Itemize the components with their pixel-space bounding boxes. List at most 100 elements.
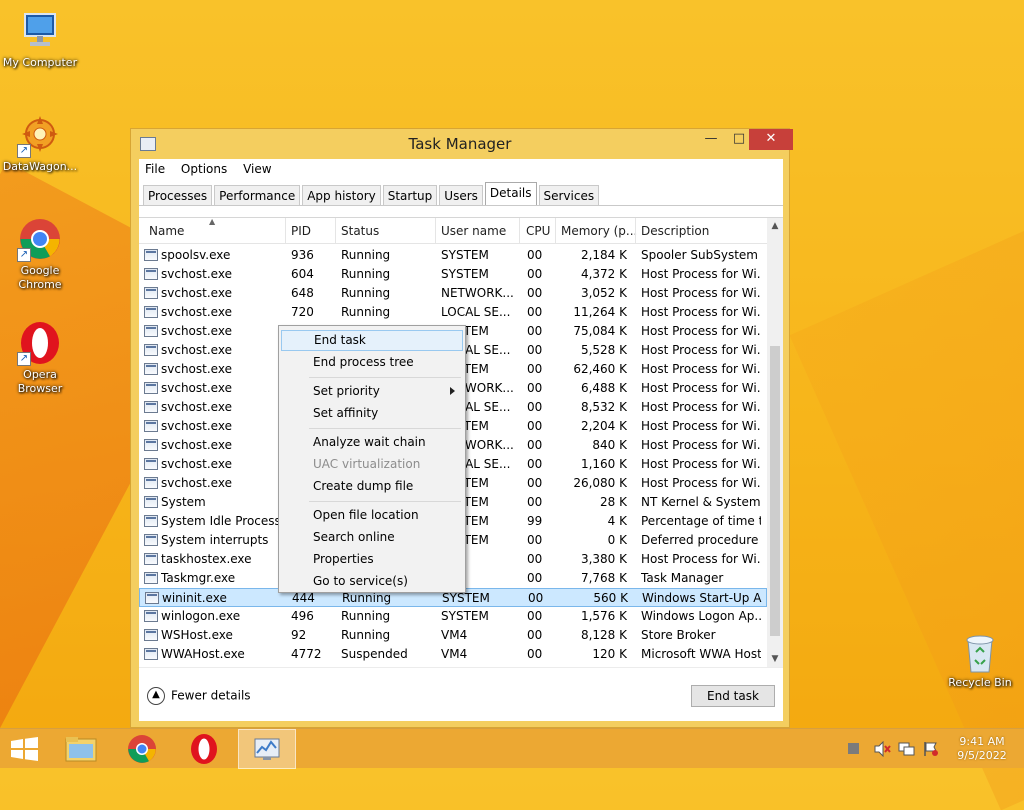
column-header-name[interactable]: Name [149, 224, 184, 238]
minimize-button[interactable]: — [697, 129, 725, 150]
cell-description: Windows Logon Ap... [641, 609, 761, 623]
table-row[interactable]: spoolsv.exe 936 Running SYSTEM 00 2,184 K Spoo… [139, 246, 767, 265]
table-row[interactable]: WWAHost.exe 4772 Suspended VM4 00 120 K Micros… [139, 645, 767, 664]
desktop-icon-label: DataWagon... [2, 160, 78, 173]
chevron-up-icon: ▲ [147, 687, 165, 705]
speaker-muted-icon[interactable] [874, 740, 891, 758]
system-clock[interactable]: 9:41 AM 9/5/2022 [948, 735, 1016, 763]
column-divider[interactable] [555, 218, 556, 244]
desktop-icon-label: Recycle Bin [948, 676, 1012, 689]
table-row[interactable]: svchost.exe 604 Running SYSTEM 00 4,372 K Host… [139, 265, 767, 284]
tab-services[interactable]: Services [538, 185, 600, 205]
cell-name: WWAHost.exe [161, 647, 245, 661]
column-divider[interactable] [285, 218, 286, 244]
end-task-button[interactable]: End task [691, 685, 775, 707]
context-menu-item-open-file-location[interactable]: Open file location [281, 505, 463, 526]
tab-performance[interactable]: Performance [214, 185, 301, 205]
column-header-description[interactable]: Description [641, 224, 709, 238]
cell-cpu: 00 [527, 533, 543, 547]
tab-processes[interactable]: Processes [143, 185, 213, 205]
title-bar[interactable]: Task Manager — □ ✕ [131, 129, 793, 159]
scroll-up-icon[interactable]: ▲ [767, 218, 783, 234]
column-divider[interactable] [435, 218, 436, 244]
start-button[interactable] [0, 729, 48, 769]
cell-status: Running [341, 286, 391, 300]
cell-status: Suspended [341, 647, 408, 661]
process-icon [144, 534, 158, 546]
context-menu-item-go-to-service-s[interactable]: Go to service(s) [281, 571, 463, 592]
column-header-memory[interactable]: Memory (p... [561, 224, 637, 238]
table-row[interactable]: WSHost.exe 92 Running VM4 00 8,128 K Store Bro… [139, 626, 767, 645]
cell-name: svchost.exe [161, 457, 232, 471]
desktop-icon-label: Opera Browser [17, 368, 63, 395]
context-menu-item-end-process-tree[interactable]: End process tree [281, 352, 463, 373]
cell-pid: 92 [291, 628, 307, 642]
fewer-details-button[interactable]: ▲ Fewer details [147, 687, 251, 705]
column-header-status[interactable]: Status [341, 224, 379, 238]
process-icon [144, 553, 158, 565]
context-menu-item-set-priority[interactable]: Set priority [281, 381, 463, 402]
tab-app-history[interactable]: App history [302, 185, 381, 205]
menu-separator [309, 501, 461, 502]
menu-file[interactable]: File [145, 159, 171, 176]
tab-details[interactable]: Details [484, 182, 537, 205]
cell-pid: 936 [291, 248, 314, 262]
cell-description: NT Kernel & System [641, 495, 761, 509]
desktop-icon-recycle-bin[interactable]: Recycle Bin [940, 630, 1020, 689]
menu-options[interactable]: Options [181, 159, 233, 176]
column-header-user-name[interactable]: User name [441, 224, 506, 238]
desktop-icon-my-computer[interactable]: My Computer [0, 8, 80, 70]
context-menu-item-label: Analyze wait chain [313, 435, 426, 449]
taskbar: 9:41 AM 9/5/2022 [0, 728, 1024, 769]
context-menu-item-set-affinity[interactable]: Set affinity [281, 403, 463, 424]
action-center-flag-icon[interactable] [922, 741, 938, 757]
context-menu-item-label: Open file location [313, 508, 419, 522]
menu-view[interactable]: View [243, 159, 277, 176]
cell-name: System interrupts [161, 533, 269, 547]
desktop-icon-datawagon[interactable]: ↗ DataWagon... [0, 112, 80, 174]
cell-pid: 4772 [291, 647, 322, 661]
tab-startup[interactable]: Startup [382, 185, 438, 205]
network-icon[interactable] [898, 741, 915, 757]
cell-memory: 28 K [600, 495, 627, 509]
process-icon [144, 515, 158, 527]
taskbar-google-chrome[interactable] [114, 729, 170, 769]
cell-description: Windows Start-Up A... [642, 591, 762, 605]
column-divider[interactable] [519, 218, 520, 244]
wallpaper-shape [789, 229, 1024, 810]
column-header-cpu[interactable]: CPU [526, 224, 550, 238]
cell-memory: 3,052 K [580, 286, 627, 300]
context-menu-item-search-online[interactable]: Search online [281, 527, 463, 548]
cell-cpu: 00 [527, 571, 543, 585]
cell-user: SYSTEM [441, 248, 489, 262]
opera-icon [191, 734, 217, 764]
show-hidden-icons-icon[interactable] [846, 741, 862, 757]
taskbar-file-explorer[interactable] [53, 729, 109, 769]
scroll-down-icon[interactable]: ▼ [767, 651, 783, 667]
table-row[interactable]: svchost.exe 720 Running LOCAL SE... 00 11,264… [139, 303, 767, 322]
scroll-thumb[interactable] [770, 346, 780, 636]
windows-logo-icon [11, 737, 38, 761]
column-divider[interactable] [635, 218, 636, 244]
close-button[interactable]: ✕ [749, 129, 793, 150]
cell-description: Host Process for Wi... [641, 324, 761, 338]
column-header-pid[interactable]: PID [291, 224, 311, 238]
cell-cpu: 00 [527, 647, 543, 661]
context-menu-item-properties[interactable]: Properties [281, 549, 463, 570]
cell-memory: 1,160 K [580, 457, 627, 471]
desktop-icon-opera-browser[interactable]: ↗ Opera Browser [0, 320, 80, 396]
tab-users[interactable]: Users [439, 185, 483, 205]
context-menu-item-analyze-wait-chain[interactable]: Analyze wait chain [281, 432, 463, 453]
context-menu-item-create-dump-file[interactable]: Create dump file [281, 476, 463, 497]
table-row[interactable]: svchost.exe 648 Running NETWORK... 00 3,052 K… [139, 284, 767, 303]
cell-cpu: 00 [527, 457, 543, 471]
desktop-icon-google-chrome[interactable]: ↗ Google Chrome [0, 216, 80, 292]
context-menu-item-end-task[interactable]: End task [281, 330, 463, 351]
column-divider[interactable] [335, 218, 336, 244]
table-row[interactable]: winlogon.exe 496 Running SYSTEM 00 1,576 K Win… [139, 607, 767, 626]
taskbar-task-manager[interactable] [238, 729, 296, 769]
taskbar-opera[interactable] [176, 729, 232, 769]
vertical-scrollbar[interactable]: ▲ ▼ [767, 218, 783, 667]
recycle-bin-icon [962, 630, 998, 674]
cell-cpu: 00 [527, 267, 543, 281]
